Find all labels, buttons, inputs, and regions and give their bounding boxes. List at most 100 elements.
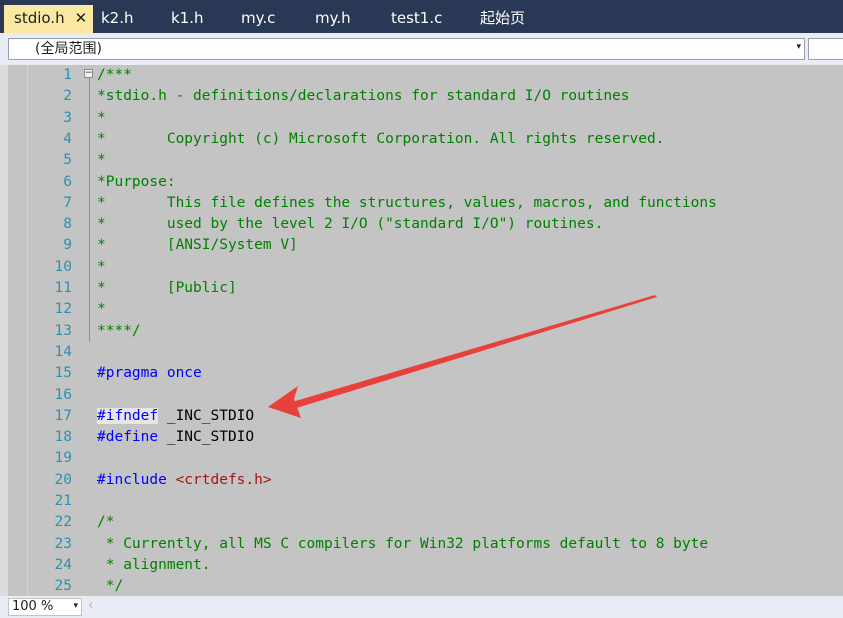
code-line: 16 (0, 385, 843, 406)
code-token: <crtdefs.h> (175, 471, 272, 488)
line-number: 8 (63, 216, 72, 233)
code-text[interactable]: * Currently, all MS C compilers for Win3… (97, 534, 708, 555)
document-tab-bar: stdio.h ✕ k2.h k1.h my.c my.h test1.c 起始页 (0, 0, 843, 33)
code-line: 12 * (0, 299, 843, 320)
tab-k1-h[interactable]: k1.h (171, 6, 204, 30)
scope-dropdown-value: (全局范围) (35, 41, 102, 57)
code-text[interactable]: * alignment. (97, 555, 211, 576)
line-number: 3 (63, 109, 72, 126)
code-editor[interactable]: − 1/*** 2 *stdio.h - definitions/declarati… (0, 65, 843, 596)
line-number: 10 (54, 258, 72, 275)
tab-my-c[interactable]: my.c (241, 6, 275, 30)
code-text[interactable]: ****/ (97, 321, 141, 342)
member-dropdown[interactable] (808, 38, 843, 60)
code-line: 5 * (0, 150, 843, 171)
code-text[interactable]: *Purpose: (97, 172, 176, 193)
code-token: * (97, 109, 106, 126)
tab-stdio-h[interactable]: stdio.h ✕ (4, 5, 94, 33)
line-number: 4 (63, 130, 72, 147)
zoom-level: 100 % (12, 599, 54, 614)
zoom-dropdown[interactable]: 100 % ▾ (8, 598, 82, 616)
code-text[interactable]: #pragma once (97, 363, 202, 384)
line-number: 5 (63, 152, 72, 169)
code-text[interactable]: * (97, 108, 106, 129)
code-token: ****/ (97, 322, 141, 339)
code-token: * alignment. (97, 556, 211, 573)
tab-k2-h[interactable]: k2.h (101, 6, 134, 30)
code-token: */ (97, 578, 124, 595)
code-token: /* (97, 514, 115, 531)
line-number: 21 (54, 493, 72, 509)
code-token: * (97, 258, 106, 275)
code-line: 17 #ifndef _INC_STDIO (0, 406, 843, 427)
tab-label: k2.h (101, 9, 134, 27)
line-number: 24 (54, 556, 72, 573)
code-token: #include (97, 471, 167, 488)
line-number: 19 (54, 450, 72, 467)
line-number: 17 (54, 407, 72, 424)
code-text[interactable]: /*** (97, 65, 132, 86)
code-token: * [ANSI/System V] (97, 237, 298, 254)
code-text[interactable]: #include <crtdefs.h> (97, 470, 272, 491)
line-number: 22 (54, 514, 72, 531)
code-line: 13 ****/ (0, 321, 843, 342)
code-line: 21 (0, 491, 843, 512)
code-token: * This file defines the structures, valu… (97, 194, 717, 211)
tab-label: my.h (315, 9, 351, 27)
editor-bottom-bar (0, 596, 843, 618)
line-number: 2 (63, 88, 72, 105)
code-text[interactable]: * (97, 299, 106, 320)
code-line: 10 * (0, 257, 843, 278)
code-text[interactable]: /* (97, 512, 114, 533)
code-text[interactable]: * [Public] (97, 278, 237, 299)
tab-test1-c[interactable]: test1.c (391, 6, 442, 30)
code-text[interactable]: * (97, 257, 106, 278)
code-line: 19 (0, 448, 843, 469)
line-number: 18 (54, 429, 72, 446)
code-token: * [Public] (97, 280, 237, 296)
code-token: * (97, 152, 106, 169)
tab-label: test1.c (391, 9, 443, 27)
code-line: 11 * [Public] (0, 278, 843, 299)
code-token: _INC_STDIO (158, 407, 255, 424)
code-token: #pragma (97, 365, 159, 382)
code-text[interactable]: */ (97, 576, 123, 596)
line-number: 9 (63, 237, 72, 254)
code-line: 3 * (0, 108, 843, 129)
code-token: * used by the level 2 I/O ("standard I/O… (97, 216, 604, 233)
code-text[interactable]: * Copyright (c) Microsoft Corporation. A… (97, 129, 664, 150)
code-text[interactable]: * [ANSI/System V] (97, 235, 298, 256)
code-line: 4 * Copyright (c) Microsoft Corporation. … (0, 129, 843, 150)
chevron-down-icon[interactable]: ▾ (73, 601, 78, 611)
code-token: *Purpose: (97, 173, 176, 190)
line-number: 20 (54, 471, 72, 488)
code-token: *stdio.h - definitions/declarations for … (97, 88, 630, 105)
code-line: 25 */ (0, 576, 843, 596)
code-text[interactable]: * This file defines the structures, valu… (97, 193, 717, 214)
code-line: 20 #include <crtdefs.h> (0, 470, 843, 491)
code-line: 22 /* (0, 512, 843, 533)
code-line: 1 /*** (0, 65, 843, 86)
code-token: * Currently, all MS C compilers for Win3… (97, 535, 709, 552)
code-text[interactable]: #ifndef _INC_STDIO (97, 406, 254, 427)
code-line: 18 #define _INC_STDIO (0, 427, 843, 448)
tab-label: 起始页 (480, 9, 526, 27)
code-line: 2 *stdio.h - definitions/declarations for… (0, 86, 843, 107)
scroll-left-icon[interactable]: ‹ (88, 598, 93, 613)
code-token: * (97, 301, 106, 318)
line-number: 7 (63, 194, 72, 211)
line-number: 14 (54, 343, 72, 360)
code-token: * Copyright (c) Microsoft Corporation. A… (97, 130, 665, 147)
close-icon[interactable]: ✕ (75, 5, 88, 31)
line-number: 12 (54, 301, 72, 318)
code-text[interactable]: * (97, 150, 106, 171)
tab-start-page[interactable]: 起始页 (480, 6, 525, 30)
code-text[interactable]: * used by the level 2 I/O ("standard I/O… (97, 214, 603, 235)
code-text[interactable]: *stdio.h - definitions/declarations for … (97, 86, 630, 107)
line-number: 23 (54, 535, 72, 552)
chevron-down-icon[interactable]: ▾ (796, 42, 801, 52)
tab-my-h[interactable]: my.h (315, 6, 351, 30)
code-text[interactable]: #define _INC_STDIO (97, 427, 254, 448)
scope-dropdown[interactable]: (全局范围) ▾ (8, 38, 805, 60)
